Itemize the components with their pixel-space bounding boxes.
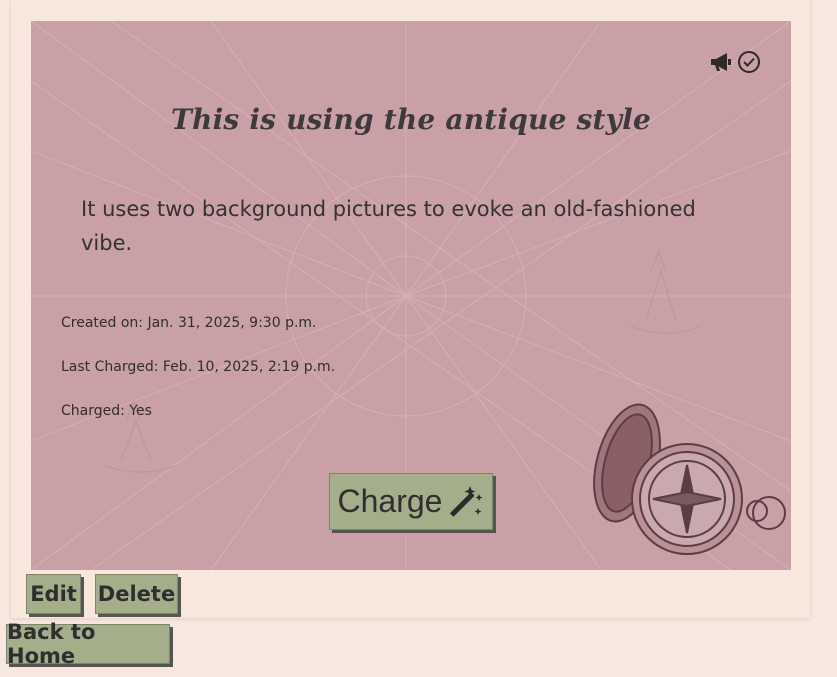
charge-button-label: Charge (337, 483, 443, 519)
created-on-text: Created on: Jan. 31, 2025, 9:30 p.m. (61, 315, 317, 331)
last-charged-text: Last Charged: Feb. 10, 2025, 2:19 p.m. (61, 359, 336, 375)
magic-wand-icon (450, 485, 483, 516)
back-to-home-button[interactable]: Back to Home (6, 620, 170, 668)
check-circle-icon (738, 51, 760, 73)
card-title: This is using the antique style (171, 103, 651, 136)
antique-style-card: This is using the antique style It uses … (31, 21, 791, 570)
card-description: It uses two background pictures to evoke… (81, 197, 696, 255)
edit-button[interactable]: Edit (26, 574, 81, 614)
status-icons (709, 50, 761, 74)
megaphone-icon (711, 53, 731, 71)
charge-button[interactable]: Charge (329, 473, 493, 530)
delete-button[interactable]: Delete (95, 574, 178, 614)
compass-illustration (593, 403, 786, 555)
charged-status-text: Charged: Yes (61, 403, 152, 419)
